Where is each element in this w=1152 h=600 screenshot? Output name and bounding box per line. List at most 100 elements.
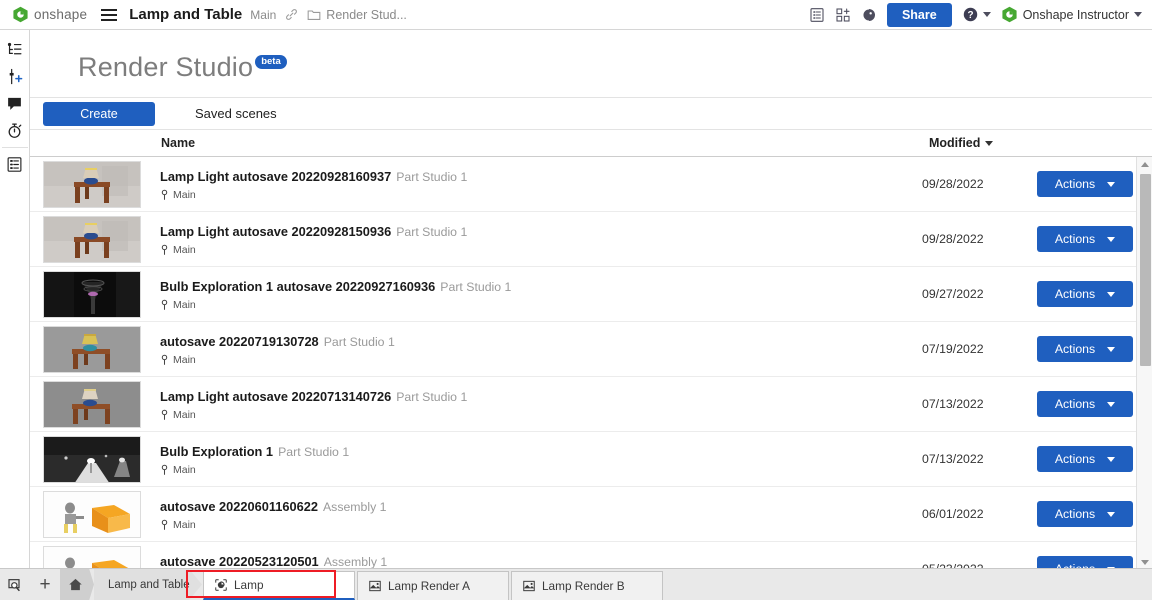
render-studio-icon [214,578,228,592]
scrollbar-thumb[interactable] [1140,174,1151,366]
folder-icon[interactable] [307,8,321,21]
scene-name[interactable]: autosave 20220601160622 [160,499,318,514]
actions-button[interactable]: Actions [1037,501,1133,527]
document-tab[interactable]: Lamp [203,571,355,600]
table-row[interactable]: autosave 20220601160622 Assembly 1 Main 0… [30,487,1152,542]
row-info: Lamp Light autosave 20220928150936 Part S… [160,223,922,256]
scene-name[interactable]: Bulb Exploration 1 autosave 202209271609… [160,279,435,294]
add-tab-button[interactable]: + [30,569,60,600]
actions-button[interactable]: Actions [1037,281,1133,307]
row-info: Bulb Exploration 1 Part Studio 1 Main [160,443,922,476]
help-menu[interactable]: ? [962,6,991,23]
sidebar-item-properties[interactable] [1,151,29,178]
document-title[interactable]: Lamp and Table [129,6,242,23]
bottom-tab-bar: + Lamp and Table Lamp Lamp Render A Lamp… [0,568,1152,600]
sidebar-item-history[interactable] [1,117,29,144]
bill-of-materials-icon[interactable] [809,7,825,23]
branch-pin-icon [160,299,169,310]
brand-label: onshape [34,7,88,22]
table-row[interactable]: autosave 20220719130728 Part Studio 1 Mai… [30,322,1152,377]
document-tab-label: Lamp Render B [542,579,625,593]
scroll-down-arrow-icon[interactable] [1137,555,1152,568]
scene-thumbnail[interactable] [43,380,141,428]
column-header-modified[interactable]: Modified [929,136,1152,150]
user-name-label: Onshape Instructor [1022,7,1129,22]
scene-name[interactable]: Bulb Exploration 1 [160,444,273,459]
actions-button[interactable]: Actions [1037,226,1133,252]
table-row[interactable]: autosave 20220523120501Assembly 1 Main 0… [30,542,1152,568]
question-circle-icon: ? [962,6,979,23]
scene-name[interactable]: Lamp Light autosave 20220713140726 [160,389,391,404]
workspace-name[interactable]: Main [250,8,276,22]
breadcrumb[interactable]: Render Stud... [326,8,407,22]
actions-button[interactable]: Actions [1037,336,1133,362]
sidebar-item-comments[interactable] [1,90,29,117]
onshape-logo-icon [12,6,29,23]
chevron-down-icon [1107,291,1116,297]
sidebar-item-insert[interactable] [1,63,29,90]
branch-name: Main [173,463,196,476]
scene-name[interactable]: Lamp Light autosave 20220928160937 [160,169,391,184]
actions-button[interactable]: Actions [1037,171,1133,197]
scene-source-type: Part Studio 1 [278,444,350,459]
user-menu[interactable]: Onshape Instructor [1001,6,1142,23]
scene-name[interactable]: Lamp Light autosave 20220928150936 [160,224,391,239]
create-button[interactable]: Create [43,101,155,126]
branch-name: Main [173,188,196,201]
table-row[interactable]: Bulb Exploration 1 autosave 202209271609… [30,267,1152,322]
document-tab[interactable]: Lamp Render A [357,571,509,600]
hamburger-menu-icon[interactable] [101,8,118,21]
actions-button-label: Actions [1054,342,1096,356]
scene-thumbnail[interactable] [43,325,141,373]
row-info: autosave 20220523120501Assembly 1 Main [160,553,922,569]
branch-name: Main [173,298,196,311]
actions-button[interactable]: Actions [1037,556,1133,568]
chevron-down-icon [1107,346,1116,352]
scene-source-type: Part Studio 1 [440,279,512,294]
branch-pin-icon [160,244,169,255]
modified-date: 09/28/2022 [922,232,984,246]
table-row[interactable]: Lamp Light autosave 20220928160937 Part S… [30,157,1152,212]
branch-pin-icon [160,519,169,530]
vertical-scrollbar[interactable] [1136,157,1152,568]
modified-date: 06/01/2022 [922,507,984,521]
main-content: Render Studio beta Create Saved scenes N… [30,30,1152,568]
column-header-name[interactable]: Name [161,136,195,150]
scene-name[interactable]: autosave 20220719130728 [160,334,319,349]
scroll-up-arrow-icon[interactable] [1137,157,1152,172]
tab-saved-scenes[interactable]: Saved scenes [195,106,277,121]
document-tab-label: Lamp Render A [388,579,470,593]
onshape-brand[interactable]: onshape [12,6,87,23]
modified-date: 09/27/2022 [922,287,984,301]
table-row[interactable]: Lamp Light autosave 20220928150936 Part S… [30,212,1152,267]
scene-thumbnail[interactable] [43,270,141,318]
table-row[interactable]: Bulb Exploration 1 Part Studio 1 Main 07/… [30,432,1152,487]
link-icon[interactable] [285,8,298,21]
globe-help-icon[interactable] [861,7,877,23]
add-app-icon[interactable] [835,7,851,23]
scene-thumbnail[interactable] [43,545,141,568]
sidebar-item-feature-list[interactable] [1,36,29,63]
search-tabs-icon[interactable] [0,569,30,600]
scene-thumbnail[interactable] [43,490,141,538]
chevron-down-icon [1107,181,1116,187]
scene-thumbnail[interactable] [43,160,141,208]
status-badge: beta [255,55,287,69]
page-header: Render Studio beta [30,30,1152,97]
render-toolbar: Create Saved scenes [30,97,1152,130]
breadcrumb-tab[interactable]: Lamp and Table [94,569,202,600]
table-header: Name Modified [30,130,1152,157]
scene-table: Lamp Light autosave 20220928160937 Part S… [30,157,1152,568]
modified-date: 07/13/2022 [922,452,984,466]
actions-button[interactable]: Actions [1037,446,1133,472]
branch-name: Main [173,353,196,366]
actions-button[interactable]: Actions [1037,391,1133,417]
table-row[interactable]: Lamp Light autosave 20220713140726 Part S… [30,377,1152,432]
scene-source-type: Assembly 1 [322,499,387,514]
document-tab[interactable]: Lamp Render B [511,571,663,600]
scene-thumbnail[interactable] [43,435,141,483]
share-button[interactable]: Share [886,2,952,27]
home-tab-button[interactable] [60,569,94,600]
scene-name[interactable]: autosave 20220523120501 [160,554,319,569]
scene-thumbnail[interactable] [43,215,141,263]
